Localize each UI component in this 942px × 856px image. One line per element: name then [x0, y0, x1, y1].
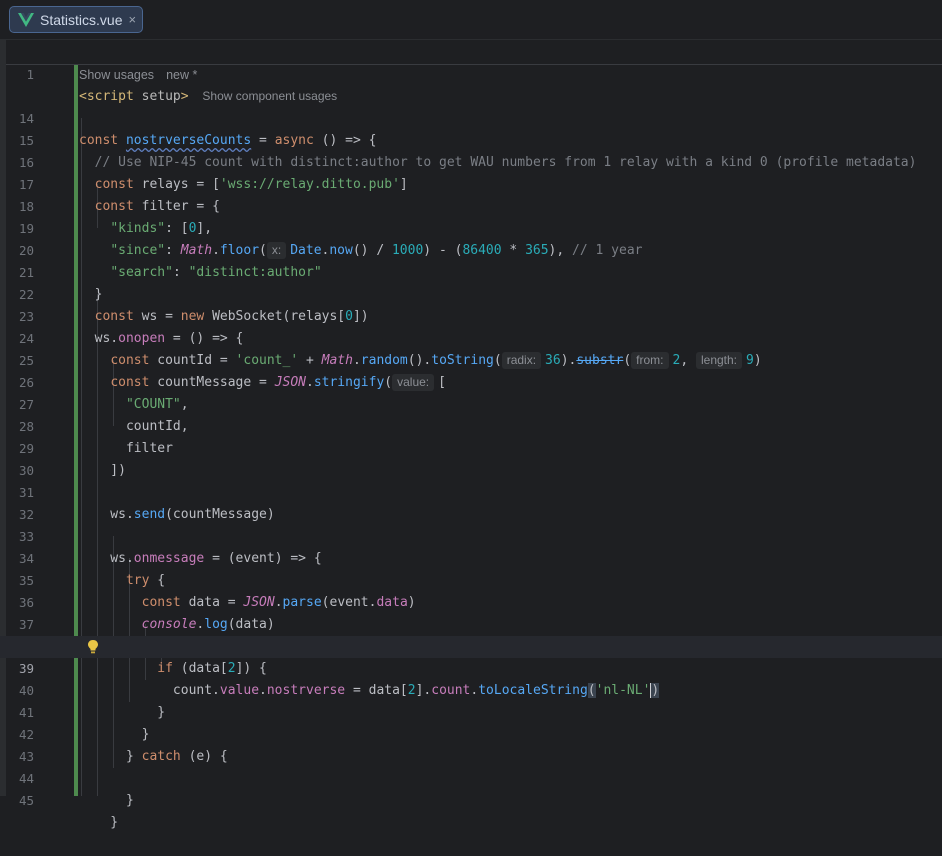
code-line: 30 [0, 438, 942, 478]
line-number: 1 [26, 67, 34, 82]
code-line: 14 const nostrverseCounts = async () => … [0, 86, 942, 148]
code-line: 19 "since": Math.floor(x: Date.now() / 10… [0, 196, 942, 259]
code-line: 22 const ws = new WebSocket(relays[0]) [0, 262, 942, 324]
show-usages-link[interactable]: Show usages [79, 68, 154, 82]
code-line: 17 const filter = { [0, 152, 942, 214]
code-line: 27 countId, [0, 372, 942, 434]
code-line: 45 } [0, 768, 942, 830]
code-line: 26 "COUNT", [0, 350, 942, 412]
vue-icon [18, 12, 34, 27]
code-line: 32 [0, 482, 942, 522]
code-line: 1 <script setup> Show component usages [0, 42, 942, 104]
code-line: 36 console.log(data) [0, 570, 942, 632]
line-number: 45 [18, 793, 34, 808]
code-line: 35 const data = JSON.parse(event.data) [0, 548, 942, 610]
code-line: 16 const relays = ['wss://relay.ditto.pu… [0, 130, 942, 192]
lightbulb-icon[interactable] [87, 639, 99, 655]
editor-tab-bar: Statistics.vue × [0, 0, 942, 40]
code-line: 40 } [0, 658, 942, 720]
new-marker: new * [166, 68, 198, 82]
code-line: 15 // Use NIP-45 count with distinct:aut… [0, 108, 942, 170]
code-line: 29 ]) [0, 416, 942, 478]
tab-label: Statistics.vue [40, 11, 123, 28]
code-line: 37 if (data[0] === 'COUNT' && data[1] ==… [0, 592, 942, 654]
code-line: 23 ws.onopen = () => { [0, 284, 942, 346]
usages-inlay: Show usages new * [79, 68, 197, 82]
close-icon[interactable]: × [122, 12, 142, 27]
code-line: 44 } [0, 746, 942, 808]
code-line: 42 } catch (e) { [0, 702, 942, 764]
tab-statistics-vue[interactable]: Statistics.vue × [9, 6, 143, 33]
code-line: 20 "search": "distinct:author" [0, 218, 942, 280]
code-line: 21 } [0, 240, 942, 302]
current-line: 39 count.value.nostrverse = data[2].coun… [0, 636, 942, 698]
code-line: 28 filter [0, 394, 942, 456]
code-line: 24 const countId = 'count_' + Math.rando… [0, 306, 942, 369]
code-line: 41 } [0, 680, 942, 742]
code-line: 31 ws.send(countMessage) [0, 460, 942, 522]
code-editor[interactable]: 1 <script setup> Show component usages S… [0, 40, 942, 830]
code-line: 33 ws.onmessage = (event) => { [0, 504, 942, 566]
section-separator [6, 64, 942, 65]
code-line: 38 if (data[2]) { [0, 614, 942, 676]
code-line: 34 try { [0, 526, 942, 588]
code-line: 25 const countMessage = JSON.stringify(v… [0, 328, 942, 391]
code-line: 43 [0, 724, 942, 764]
code-line: 18 "kinds": [0], [0, 174, 942, 236]
